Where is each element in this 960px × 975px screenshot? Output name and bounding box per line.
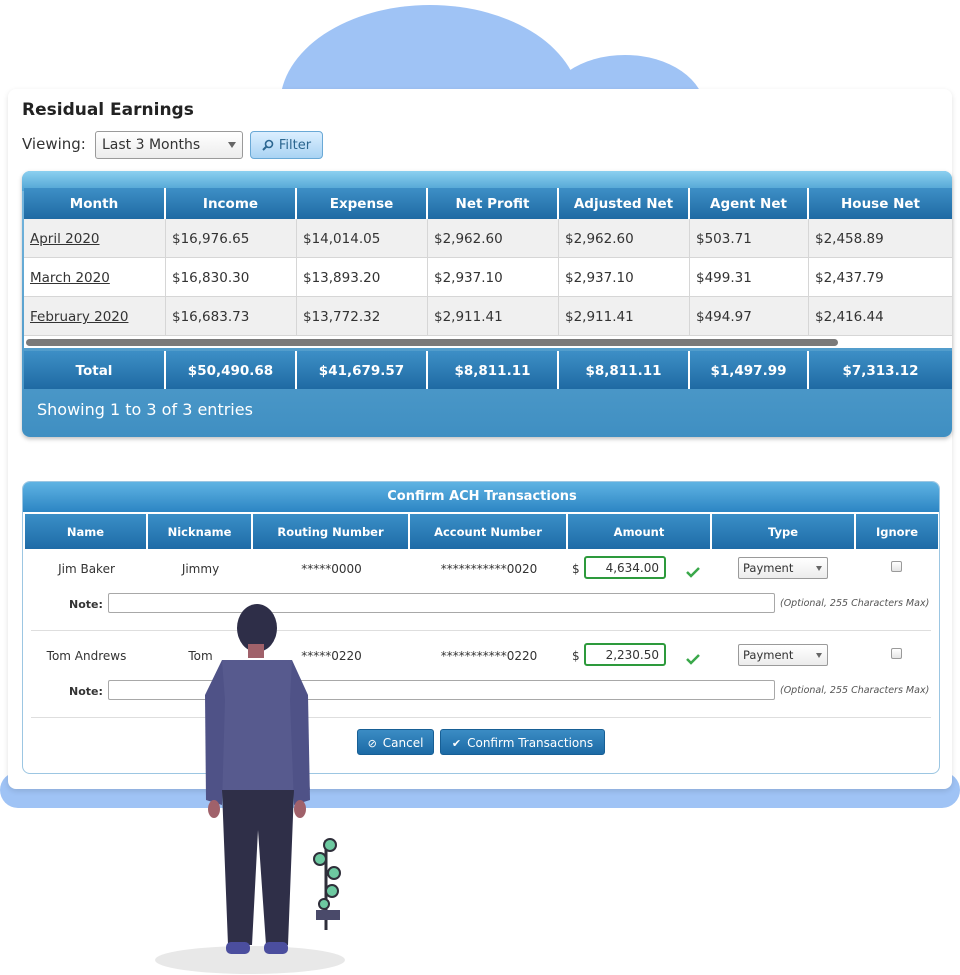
- checkmark-icon: [686, 567, 700, 578]
- total-expense: $41,679.57: [297, 351, 428, 389]
- scrollbar-thumb[interactable]: [26, 339, 838, 346]
- totals-row: Total $50,490.68 $41,679.57 $8,811.11 $8…: [24, 351, 952, 389]
- total-label: Total: [24, 351, 166, 389]
- col-header-name: Name: [25, 514, 148, 549]
- total-income: $50,490.68: [166, 351, 297, 389]
- account-number: ***********0220: [440, 649, 538, 663]
- table-row: February 2020 $16,683.73 $13,772.32 $2,9…: [24, 297, 952, 336]
- total-adjusted-net: $8,811.11: [559, 351, 690, 389]
- chevron-down-icon: [228, 142, 236, 148]
- col-header-ignore: Ignore: [856, 514, 938, 549]
- payee-name: Tom Andrews: [46, 649, 127, 663]
- col-header-income[interactable]: Income: [166, 188, 297, 219]
- month-link[interactable]: March 2020: [30, 270, 110, 286]
- chevron-down-icon: [816, 566, 822, 571]
- currency-symbol: $: [572, 649, 580, 663]
- adjusted-net-cell: $2,962.60: [559, 219, 690, 258]
- search-icon: [262, 139, 274, 151]
- table-row: April 2020 $16,976.65 $14,014.05 $2,962.…: [24, 219, 952, 258]
- col-header-house-net[interactable]: House Net: [809, 188, 952, 219]
- agent-net-cell: $494.97: [690, 297, 809, 336]
- net-profit-cell: $2,937.10: [428, 258, 559, 297]
- col-header-net-profit[interactable]: Net Profit: [428, 188, 559, 219]
- type-select-value: Payment: [743, 648, 794, 662]
- amount-input[interactable]: 4,634.00: [584, 556, 666, 579]
- col-header-amount: Amount: [568, 514, 712, 549]
- chevron-down-icon: [816, 653, 822, 658]
- col-header-nickname: Nickname: [148, 514, 253, 549]
- table-row: March 2020 $16,830.30 $13,893.20 $2,937.…: [24, 258, 952, 297]
- page-title: Residual Earnings: [22, 100, 194, 120]
- stage: Residual Earnings Viewing: Last 3 Months…: [0, 0, 960, 975]
- income-cell: $16,830.30: [166, 258, 297, 297]
- total-net-profit: $8,811.11: [428, 351, 559, 389]
- viewing-select[interactable]: Last 3 Months: [95, 131, 243, 159]
- house-net-cell: $2,437.79: [815, 270, 884, 286]
- adjusted-net-cell: $2,937.10: [559, 258, 690, 297]
- type-select[interactable]: Payment: [738, 557, 828, 579]
- expense-cell: $13,772.32: [297, 297, 428, 336]
- income-cell: $16,976.65: [166, 219, 297, 258]
- filter-button[interactable]: Filter: [250, 131, 323, 159]
- residual-table: Month Income Expense Net Profit Adjusted…: [22, 171, 952, 437]
- col-header-agent-net[interactable]: Agent Net: [690, 188, 809, 219]
- expense-cell: $14,014.05: [297, 219, 428, 258]
- month-cell: March 2020: [24, 258, 166, 297]
- month-link[interactable]: April 2020: [30, 231, 100, 247]
- residual-table-body: April 2020 $16,976.65 $14,014.05 $2,962.…: [24, 219, 952, 336]
- ach-panel-title: Confirm ACH Transactions: [23, 482, 939, 512]
- adjusted-net-cell: $2,911.41: [559, 297, 690, 336]
- payee-name: Jim Baker: [58, 562, 115, 576]
- col-header-type: Type: [712, 514, 856, 549]
- viewing-select-value: Last 3 Months: [102, 137, 201, 153]
- col-header-expense[interactable]: Expense: [297, 188, 428, 219]
- viewing-label: Viewing:: [22, 135, 86, 153]
- currency-symbol: $: [572, 562, 580, 576]
- total-house-net: $7,313.12: [809, 351, 952, 389]
- account-number: ***********0020: [440, 562, 538, 576]
- agent-net-cell: $503.71: [690, 219, 809, 258]
- note-hint: (Optional, 255 Characters Max): [780, 598, 930, 609]
- total-agent-net: $1,497.99: [690, 351, 809, 389]
- checkmark-icon: ✔: [451, 737, 462, 750]
- entries-info: Showing 1 to 3 of 3 entries: [37, 400, 253, 419]
- filter-button-label: Filter: [278, 138, 312, 153]
- checkmark-icon: [686, 654, 700, 665]
- month-cell: April 2020: [24, 219, 166, 258]
- ignore-checkbox[interactable]: [891, 561, 902, 572]
- expense-cell: $13,893.20: [297, 258, 428, 297]
- house-net-cell: $2,416.44: [815, 309, 884, 325]
- confirm-button-label: Confirm Transactions: [467, 736, 594, 750]
- horizontal-scrollbar[interactable]: [24, 336, 952, 348]
- agent-net-cell: $499.31: [690, 258, 809, 297]
- routing-number: *****0000: [301, 562, 362, 576]
- col-header-month[interactable]: Month: [24, 188, 166, 219]
- payee-nickname: Jimmy: [181, 562, 220, 576]
- col-header-adjusted-net[interactable]: Adjusted Net: [559, 188, 690, 219]
- note-label: Note:: [69, 685, 103, 698]
- note-label: Note:: [69, 598, 103, 611]
- month-link[interactable]: February 2020: [30, 309, 128, 325]
- col-header-account-number: Account Number: [410, 514, 568, 549]
- ignore-checkbox[interactable]: [891, 648, 902, 659]
- house-net-cell: $2,458.89: [815, 231, 884, 247]
- cancel-button-label: Cancel: [382, 736, 424, 750]
- amount-input[interactable]: 2,230.50: [584, 643, 666, 666]
- person-illustration: [155, 604, 345, 974]
- col-header-routing-number: Routing Number: [253, 514, 410, 549]
- month-cell: February 2020: [24, 297, 166, 336]
- note-hint: (Optional, 255 Characters Max): [780, 685, 930, 696]
- confirm-transactions-button[interactable]: ✔ Confirm Transactions: [440, 729, 605, 755]
- type-select-value: Payment: [743, 561, 794, 575]
- income-cell: $16,683.73: [166, 297, 297, 336]
- net-profit-cell: $2,962.60: [428, 219, 559, 258]
- net-profit-cell: $2,911.41: [428, 297, 559, 336]
- type-select[interactable]: Payment: [738, 644, 828, 666]
